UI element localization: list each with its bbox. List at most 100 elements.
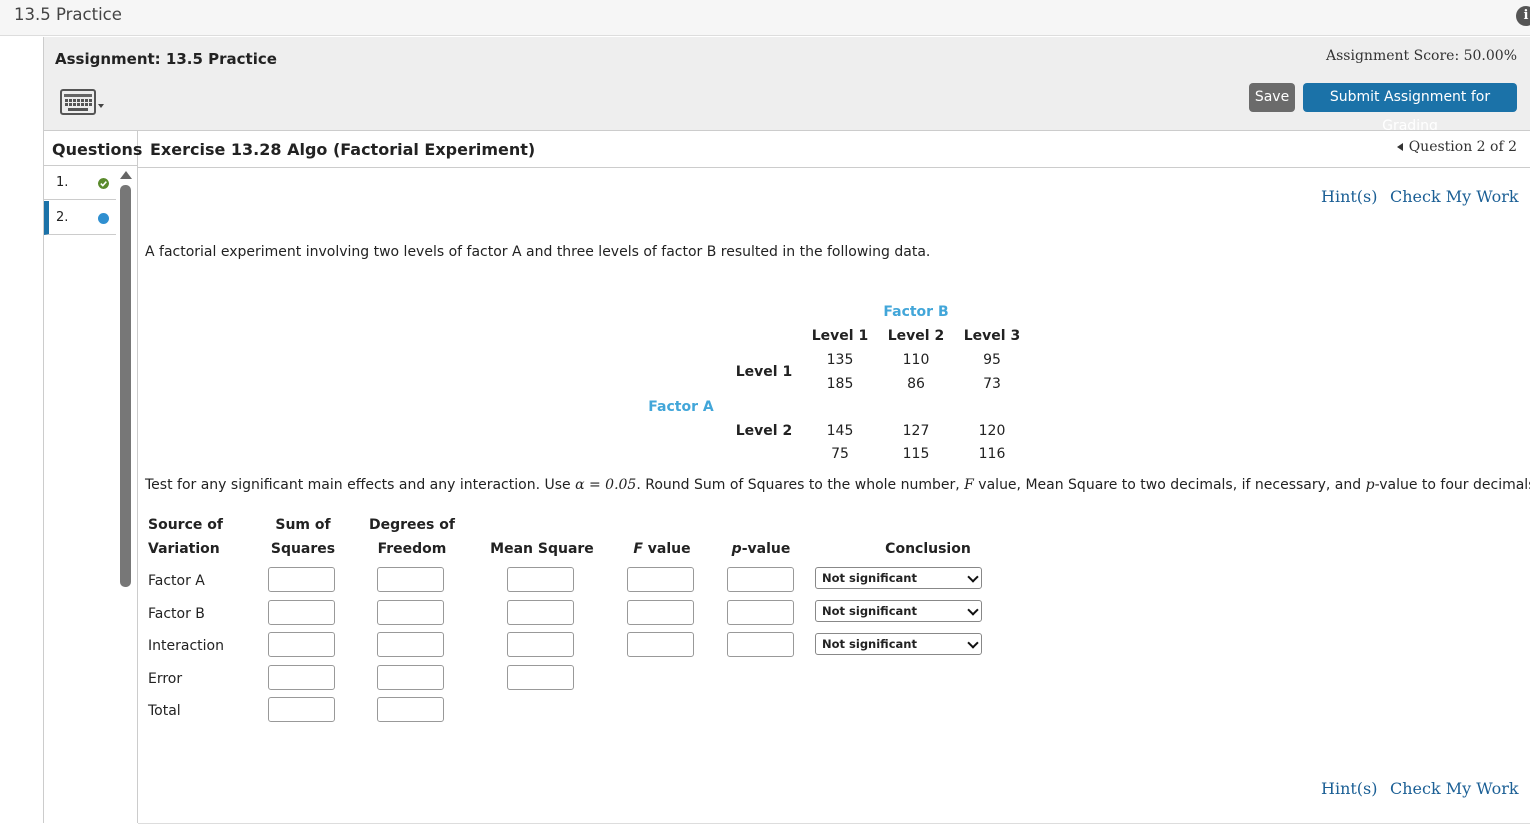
- header-ss-2: Squares: [270, 541, 336, 557]
- conclusion-interaction-select[interactable]: Not significant: [815, 633, 982, 655]
- check-my-work-link-bottom[interactable]: Check My Work: [1390, 779, 1519, 798]
- ss-error-input[interactable]: [268, 665, 335, 690]
- question-nav-label: Question 2 of 2: [1408, 139, 1517, 155]
- question-item-1[interactable]: 1.: [44, 166, 116, 200]
- f-interaction-input[interactable]: [627, 632, 694, 657]
- submit-assignment-button[interactable]: Submit Assignment for Grading: [1303, 83, 1517, 134]
- p-symbol: p: [1365, 477, 1375, 493]
- df-interaction-input[interactable]: [377, 632, 444, 657]
- questions-header: Questions: [44, 130, 142, 166]
- data-cell: 86: [907, 376, 925, 392]
- data-cell: 75: [831, 446, 849, 462]
- header-ss-1: Sum of: [275, 517, 331, 533]
- f-factor-b-input[interactable]: [627, 600, 694, 625]
- instructions: Test for any significant main effects an…: [145, 477, 1530, 493]
- question-nav[interactable]: Question 2 of 2: [1396, 139, 1517, 155]
- df-total-input[interactable]: [377, 697, 444, 722]
- f-rest: value: [642, 541, 691, 557]
- df-factor-b-input[interactable]: [377, 600, 444, 625]
- top-bar: 13.5 Practice i: [0, 0, 1530, 36]
- f-var: F: [633, 541, 643, 557]
- instructions-pre: Test for any significant main effects an…: [145, 477, 576, 493]
- p-rest: -value: [741, 541, 791, 557]
- check-my-work-link-top[interactable]: Check My Work: [1390, 187, 1519, 206]
- row-label-error: Error: [148, 671, 183, 687]
- instructions-post: -value to four decimals.: [1374, 477, 1530, 493]
- select-value: Not significant: [822, 637, 917, 651]
- chevron-down-icon: [967, 571, 979, 583]
- exercise-title: Exercise 13.28 Algo (Factorial Experimen…: [150, 140, 536, 159]
- data-cell: 116: [978, 446, 1006, 462]
- info-icon[interactable]: i: [1516, 6, 1530, 26]
- data-cell: 127: [902, 423, 930, 439]
- p-var: p: [731, 541, 742, 557]
- assignment-page: Assignment: 13.5 Practice Assignment Sco…: [43, 37, 1530, 824]
- data-cell: 185: [826, 376, 854, 392]
- factor-a-label: Factor A: [648, 399, 714, 415]
- keyboard-icon[interactable]: [59, 87, 107, 117]
- ss-interaction-input[interactable]: [268, 632, 335, 657]
- ss-factor-a-input[interactable]: [268, 567, 335, 592]
- data-cell: 95: [983, 352, 1001, 368]
- assignment-title: Assignment: 13.5 Practice: [55, 50, 277, 68]
- alpha-expression: α = 0.05: [575, 477, 637, 493]
- question-number: 1.: [56, 175, 69, 190]
- b-level-1: Level 1: [811, 328, 869, 344]
- scrollbar-thumb[interactable]: [120, 185, 131, 587]
- select-value: Not significant: [822, 604, 917, 618]
- row-label-factor-b: Factor B: [148, 606, 205, 622]
- df-factor-a-input[interactable]: [377, 567, 444, 592]
- factor-b-label: Factor B: [883, 304, 949, 320]
- ms-error-input[interactable]: [507, 665, 574, 690]
- header-mean-square: Mean Square: [490, 541, 594, 557]
- row-label-interaction: Interaction: [148, 638, 224, 654]
- conclusion-factor-b-select[interactable]: Not significant: [815, 600, 982, 622]
- hints-link-top[interactable]: Hint(s): [1321, 187, 1378, 206]
- data-cell: 115: [902, 446, 930, 462]
- a-level-2: Level 2: [735, 423, 793, 439]
- p-factor-b-input[interactable]: [727, 600, 794, 625]
- ms-interaction-input[interactable]: [507, 632, 574, 657]
- divider: [138, 167, 1530, 168]
- instructions-mid2: value, Mean Square to two decimals, if n…: [973, 477, 1366, 493]
- f-symbol: F: [964, 477, 974, 493]
- header-conclusion: Conclusion: [885, 541, 971, 557]
- questions-panel: Questions 1. 2.: [44, 130, 142, 823]
- header-f-value: F value: [622, 541, 702, 557]
- ms-factor-a-input[interactable]: [507, 567, 574, 592]
- a-level-1: Level 1: [735, 364, 793, 380]
- data-cell: 145: [826, 423, 854, 439]
- ss-total-input[interactable]: [268, 697, 335, 722]
- df-error-input[interactable]: [377, 665, 444, 690]
- f-factor-a-input[interactable]: [627, 567, 694, 592]
- prev-arrow-icon[interactable]: [1396, 143, 1403, 151]
- data-cell: 120: [978, 423, 1006, 439]
- header-source-1: Source of: [148, 517, 223, 533]
- data-cell: 110: [902, 352, 930, 368]
- select-value: Not significant: [822, 571, 917, 585]
- scroll-up-arrow-icon[interactable]: [120, 171, 132, 179]
- header-source-2: Variation: [148, 541, 220, 557]
- p-factor-a-input[interactable]: [727, 567, 794, 592]
- assignment-header: Assignment: 13.5 Practice Assignment Sco…: [44, 37, 1530, 134]
- p-interaction-input[interactable]: [727, 632, 794, 657]
- ss-factor-b-input[interactable]: [268, 600, 335, 625]
- header-p-value: p-value: [721, 541, 801, 557]
- conclusion-factor-a-select[interactable]: Not significant: [815, 567, 982, 589]
- b-level-3: Level 3: [963, 328, 1021, 344]
- row-label-factor-a: Factor A: [148, 573, 205, 589]
- current-dot-icon: [98, 213, 109, 224]
- save-button[interactable]: Save: [1249, 83, 1295, 112]
- chevron-down-icon: [967, 637, 979, 649]
- check-circle-icon: [98, 178, 109, 189]
- chevron-down-icon: [967, 604, 979, 616]
- header-df-1: Degrees of: [369, 517, 455, 533]
- question-item-2[interactable]: 2.: [44, 201, 116, 235]
- data-cell: 73: [983, 376, 1001, 392]
- row-label-total: Total: [148, 703, 181, 719]
- header-df-2: Freedom: [377, 541, 447, 557]
- hints-link-bottom[interactable]: Hint(s): [1321, 779, 1378, 798]
- instructions-mid: . Round Sum of Squares to the whole numb…: [636, 477, 965, 493]
- page-title: 13.5 Practice: [14, 5, 122, 24]
- ms-factor-b-input[interactable]: [507, 600, 574, 625]
